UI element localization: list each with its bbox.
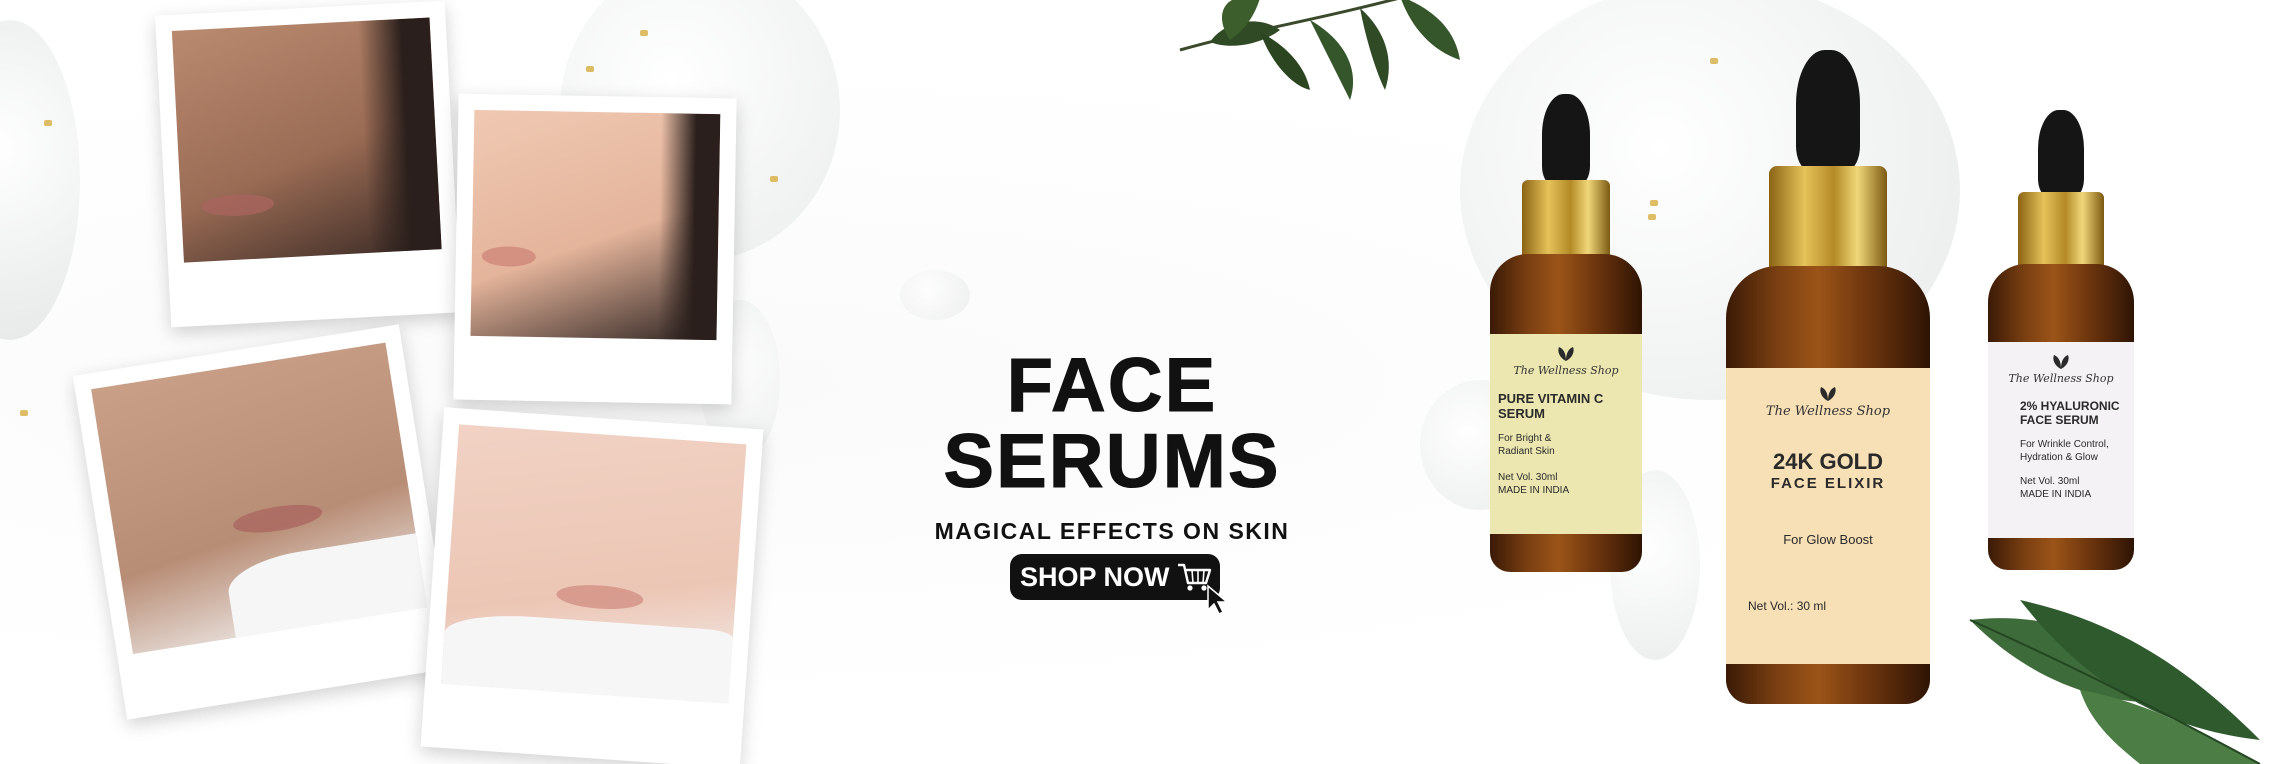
gold-fleck <box>44 120 52 126</box>
after-photo-polaroid <box>453 93 737 405</box>
product-name-line2: SERUM <box>1498 406 1545 421</box>
gold-fleck <box>1650 200 1658 206</box>
bottle-collar <box>1769 166 1887 278</box>
brand-name: The Wellness Shop <box>2008 372 2114 385</box>
product-volume: Net Vol. 30ml <box>2020 476 2080 487</box>
brand-leaf-icon <box>1820 387 1836 401</box>
product-bottle-vitamin-c[interactable]: The Wellness Shop PURE VITAMIN C SERUM F… <box>1490 94 1642 580</box>
leaf-bottom-right <box>1969 600 2261 764</box>
product-bottle-hyaluronic[interactable]: The Wellness Shop 2% HYALURONIC FACE SER… <box>1988 110 2134 578</box>
product-volume: Net Vol. 30ml <box>1498 472 1558 483</box>
gold-fleck <box>640 30 648 36</box>
before-photo-polaroid <box>155 0 461 328</box>
product-name: 2% HYALURONIC <box>2020 399 2120 413</box>
product-benefit: For Bright & Radiant Skin <box>1498 433 1555 457</box>
gold-fleck <box>770 176 778 182</box>
gold-fleck <box>20 410 28 416</box>
page-title: FACE SERUMS <box>943 343 1281 504</box>
product-name-line2: FACE ELIXIR <box>1770 475 1886 492</box>
product-label: The Wellness Shop PURE VITAMIN C SERUM F… <box>1490 334 1642 534</box>
hero-banner[interactable]: FACE SERUMS MAGICAL EFFECTS ON SKIN SHOP… <box>0 0 2292 764</box>
dropper-bulb <box>1796 50 1860 170</box>
after-photo-polaroid <box>420 407 764 764</box>
page-subtitle: MAGICAL EFFECTS ON SKIN <box>934 518 1290 544</box>
product-label: The Wellness Shop 24K GOLD FACE ELIXIR F… <box>1726 368 1930 664</box>
product-name-line2: FACE SERUM <box>2020 413 2099 427</box>
headline-block: FACE SERUMS MAGICAL EFFECTS ON SKIN <box>832 343 1392 545</box>
before-skin-photo <box>171 17 442 263</box>
gold-fleck <box>586 66 594 72</box>
product-volume: Net Vol.: 30 ml <box>1748 599 1827 613</box>
product-name: 24K GOLD <box>1772 449 1884 474</box>
background-splash <box>0 20 80 340</box>
gold-fleck <box>1648 214 1656 220</box>
product-benefit: For Wrinkle Control, Hydration & Glow <box>2020 439 2109 463</box>
dropper-bulb <box>2038 110 2084 196</box>
shop-now-label: SHOP NOW <box>1020 561 1170 592</box>
after-skin-photo <box>470 109 721 341</box>
product-origin: MADE IN INDIA <box>1498 484 1570 496</box>
product-bottle-24k-gold[interactable]: The Wellness Shop 24K GOLD FACE ELIXIR F… <box>1726 50 1930 710</box>
product-benefit: For Glow Boost <box>1783 532 1873 547</box>
product-origin: MADE IN INDIA <box>2020 488 2092 500</box>
shop-now-button[interactable]: SHOP NOW <box>1010 554 1220 600</box>
bottle-collar <box>1522 180 1610 262</box>
brand-name: The Wellness Shop <box>1765 404 1891 419</box>
brand-name: The Wellness Shop <box>1513 364 1619 377</box>
gold-fleck <box>1710 58 1718 64</box>
brand-leaf-icon <box>1558 347 1574 361</box>
product-label: The Wellness Shop 2% HYALURONIC FACE SER… <box>1988 342 2134 538</box>
leaf-branch-top <box>1179 0 1460 100</box>
brand-leaf-icon <box>2053 355 2069 369</box>
bottle-collar <box>2018 192 2104 272</box>
dropper-bulb <box>1542 94 1590 184</box>
mouse-pointer-icon <box>1207 584 1230 616</box>
after-skin-photo <box>440 424 747 704</box>
before-skin-photo <box>91 342 428 654</box>
background-splash <box>900 270 970 320</box>
before-photo-polaroid <box>72 324 454 720</box>
product-name: PURE VITAMIN C <box>1498 391 1604 406</box>
